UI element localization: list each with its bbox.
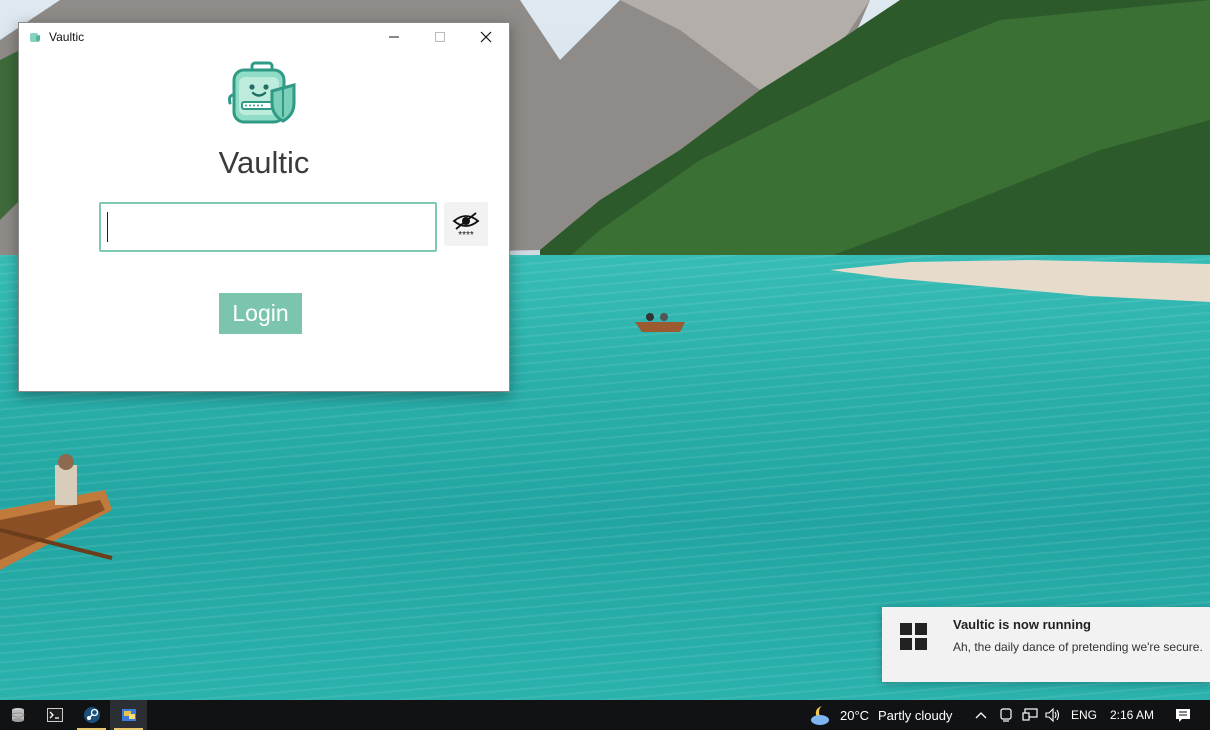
taskbar: 20°C Partly cloudy ENG 2:16 AM <box>0 700 1210 730</box>
app-name-heading: Vaultic <box>218 145 310 180</box>
windows-logo-icon <box>900 623 927 650</box>
vault-briefcase-shield-icon <box>228 57 300 129</box>
login-button[interactable]: Login <box>219 293 302 334</box>
database-icon <box>11 708 25 722</box>
weather-description[interactable]: Partly cloudy <box>878 700 952 730</box>
weather-temperature[interactable]: 20°C <box>840 700 869 730</box>
taskbar-app-vaultic[interactable] <box>110 700 147 730</box>
notification-title: Vaultic is now running <box>953 617 1091 632</box>
mask-text: **** <box>458 230 474 239</box>
minimize-button[interactable] <box>371 23 417 51</box>
notification-toast[interactable]: Vaultic is now running Ah, the daily dan… <box>882 607 1210 682</box>
toggle-password-visibility-button[interactable]: **** <box>444 202 488 246</box>
tray-device-icon-button[interactable] <box>996 700 1016 730</box>
vault-briefcase-shield-icon <box>28 30 42 44</box>
input-language[interactable]: ENG <box>1071 700 1097 730</box>
wallpaper-rowboat-distant <box>635 313 685 332</box>
master-password-input[interactable] <box>99 202 437 252</box>
wallpaper-beach <box>830 260 1210 302</box>
vaultic-app-icon <box>121 709 136 721</box>
notification-center-icon <box>1176 708 1190 722</box>
partly-cloudy-moon-icon <box>811 706 829 725</box>
terminal-icon <box>46 708 63 722</box>
show-hidden-icons-button[interactable] <box>972 700 990 730</box>
volume-button[interactable] <box>1043 700 1063 730</box>
speaker-icon <box>1045 708 1060 722</box>
maximize-icon <box>435 32 445 42</box>
chevron-up-icon <box>975 712 987 719</box>
close-icon <box>480 31 492 43</box>
text-caret <box>107 212 108 242</box>
taskbar-app-terminal[interactable] <box>36 700 73 730</box>
network-button[interactable] <box>1019 700 1041 730</box>
minimize-icon <box>389 36 399 38</box>
taskbar-app-steam[interactable] <box>73 700 110 730</box>
close-button[interactable] <box>463 23 509 51</box>
clock-time[interactable]: 2:16 AM <box>1110 700 1154 730</box>
window-title: Vaultic <box>49 30 85 44</box>
maximize-button[interactable] <box>417 23 463 51</box>
weather-widget-icon[interactable] <box>806 700 834 730</box>
steam-icon <box>83 707 100 723</box>
network-icon <box>1022 708 1038 721</box>
action-center-button[interactable] <box>1168 700 1198 730</box>
eye-slash-icon: **** <box>452 212 480 239</box>
vaultic-window: Vaultic Vaultic **** Login <box>18 22 510 392</box>
device-icon <box>1000 708 1012 722</box>
window-titlebar[interactable]: Vaultic <box>19 23 509 51</box>
taskbar-app-database[interactable] <box>0 700 36 730</box>
wallpaper-rowboat-near <box>0 454 113 570</box>
notification-body: Ah, the daily dance of pretending we're … <box>953 640 1203 654</box>
